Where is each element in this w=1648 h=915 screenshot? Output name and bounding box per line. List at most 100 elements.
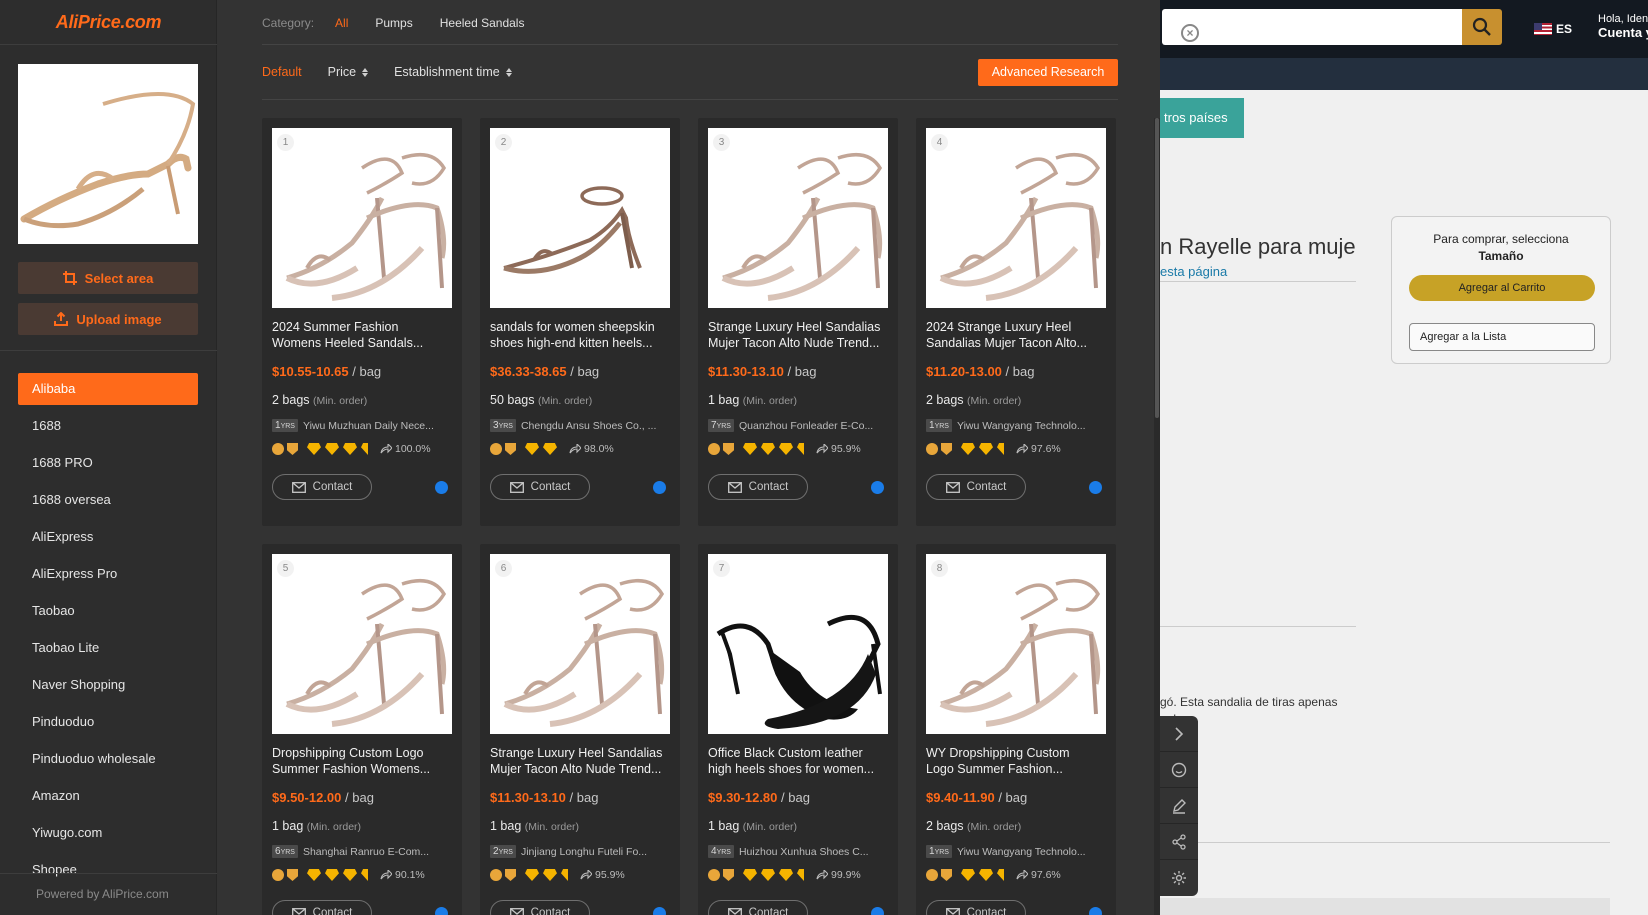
trade-assurance-icon (941, 443, 952, 455)
supplier-info[interactable]: 1YRS Yiwu Wangyang Technolo... (926, 419, 1106, 432)
product-title[interactable]: 2024 Summer Fashion Womens Heeled Sandals… (272, 319, 452, 351)
chat-icon[interactable] (435, 480, 448, 494)
sort-establishment-time[interactable]: Establishment time (394, 65, 512, 79)
platform-item[interactable]: AliExpress Pro (18, 558, 198, 595)
chat-icon[interactable] (1089, 906, 1102, 915)
supplier-badges: 97.6% (926, 442, 1106, 456)
amazon-search-input[interactable] (1162, 9, 1464, 45)
product-title[interactable]: Strange Luxury Heel Sandalias Mujer Tacon… (490, 745, 670, 777)
contact-button[interactable]: Contact (272, 474, 372, 500)
chat-icon[interactable] (871, 906, 884, 915)
category-heeled-sandals[interactable]: Heeled Sandals (440, 16, 525, 30)
clear-search-icon[interactable]: × (1181, 24, 1199, 42)
min-order: 1 bag (Min. order) (490, 819, 670, 833)
reply-rate: 95.9% (816, 443, 861, 455)
product-card[interactable]: 2 sandals for women sheepskin shoes high-e… (480, 118, 680, 526)
add-to-cart-button[interactable]: Agregar al Carrito (1409, 275, 1595, 301)
collapse-button[interactable] (1160, 716, 1198, 752)
product-title[interactable]: Office Black Custom leather high heels sh… (708, 745, 888, 777)
platform-item[interactable]: 1688 PRO (18, 447, 198, 484)
chat-icon[interactable] (1089, 480, 1102, 494)
divider (1160, 842, 1610, 843)
account-menu[interactable]: Hola, Iden Cuenta y (1598, 12, 1648, 40)
product-image[interactable]: 6 (490, 554, 670, 734)
advanced-research-button[interactable]: Advanced Research (978, 59, 1118, 86)
product-image[interactable]: 3 (708, 128, 888, 308)
platform-item[interactable]: AliExpress (18, 521, 198, 558)
min-order-note: (Min. order) (742, 395, 798, 407)
sort-default[interactable]: Default (262, 65, 302, 79)
contact-button[interactable]: Contact (708, 900, 808, 915)
platform-item[interactable]: 1688 oversea (18, 484, 198, 521)
product-image[interactable]: 8 (926, 554, 1106, 734)
scrollbar-thumb[interactable] (1155, 118, 1159, 418)
edit-button[interactable] (1160, 788, 1198, 824)
select-area-button[interactable]: Select area (18, 262, 198, 294)
contact-button[interactable]: Contact (490, 900, 590, 915)
product-title[interactable]: WY Dropshipping Custom Logo Summer Fashio… (926, 745, 1106, 777)
product-image[interactable]: 7 (708, 554, 888, 734)
aliprice-logo[interactable]: AliPrice.com (0, 12, 217, 33)
contact-button[interactable]: Contact (926, 900, 1026, 915)
product-card[interactable]: 1 2024 Summer Fashion Womens Heeled Sandal… (262, 118, 462, 526)
contact-button[interactable]: Contact (926, 474, 1026, 500)
supplier-info[interactable]: 1YRS Yiwu Muzhuan Daily Nece... (272, 419, 452, 432)
sort-price[interactable]: Price (328, 65, 369, 79)
platform-item[interactable]: Pinduoduo (18, 706, 198, 743)
platform-item[interactable]: 1688 (18, 410, 198, 447)
supplier-info[interactable]: 6YRS Shanghai Ranruo E-Com... (272, 845, 452, 858)
chat-icon[interactable] (871, 480, 884, 494)
language-selector[interactable]: ES (1534, 22, 1572, 36)
diamond-icon (307, 869, 321, 881)
product-title-line: Logo Summer Fashion... (926, 762, 1063, 776)
product-title[interactable]: 2024 Strange Luxury Heel Sandalias Mujer … (926, 319, 1106, 351)
product-card[interactable]: 4 2024 Strange Luxury Heel Sandalias Mujer… (916, 118, 1116, 526)
chat-icon[interactable] (435, 906, 448, 915)
amazon-search-button[interactable] (1462, 9, 1502, 45)
platform-item[interactable]: Alibaba (18, 373, 198, 405)
upload-image-button[interactable]: Upload image (18, 303, 198, 335)
platform-item[interactable]: Amazon (18, 780, 198, 817)
supplier-info[interactable]: 3YRS Chengdu Ansu Shoes Co., ... (490, 419, 670, 432)
product-image[interactable]: 1 (272, 128, 452, 308)
price-range: $10.55-10.65 (272, 364, 349, 379)
product-card[interactable]: 6 Strange Luxury Heel Sandalias Mujer Taco… (480, 544, 680, 915)
sort-establishment-label: Establishment time (394, 65, 500, 79)
product-image[interactable]: 5 (272, 554, 452, 734)
contact-button[interactable]: Contact (708, 474, 808, 500)
product-image[interactable]: 4 (926, 128, 1106, 308)
chat-icon[interactable] (653, 480, 666, 494)
chat-icon[interactable] (653, 906, 666, 915)
category-pumps[interactable]: Pumps (375, 16, 412, 30)
contact-button[interactable]: Contact (272, 900, 372, 915)
product-card[interactable]: 5 Dropshipping Custom Logo Summer Fashion … (262, 544, 462, 915)
supplier-info[interactable]: 4YRS Huizhou Xunhua Shoes C... (708, 845, 888, 858)
product-card[interactable]: 8 WY Dropshipping Custom Logo Summer Fashi… (916, 544, 1116, 915)
contact-button[interactable]: Contact (490, 474, 590, 500)
supplier-info[interactable]: 1YRS Yiwu Wangyang Technolo... (926, 845, 1106, 858)
supplier-info[interactable]: 7YRS Quanzhou Fonleader E-Co... (708, 419, 888, 432)
add-to-list-button[interactable]: Agregar a la Lista (1409, 323, 1595, 351)
product-card[interactable]: 3 Strange Luxury Heel Sandalias Mujer Taco… (698, 118, 898, 526)
price-range: $11.30-13.10 (708, 364, 784, 379)
platform-item[interactable]: Naver Shopping (18, 669, 198, 706)
amazon-page-link[interactable]: esta página (1160, 264, 1227, 279)
supplier-info[interactable]: 2YRS Jinjiang Longhu Futeli Fo... (490, 845, 670, 858)
platform-item[interactable]: Pinduoduo wholesale (18, 743, 198, 780)
product-image[interactable]: 2 (490, 128, 670, 308)
product-title[interactable]: Dropshipping Custom Logo Summer Fashion W… (272, 745, 452, 777)
share-button[interactable] (1160, 824, 1198, 860)
platform-item[interactable]: Taobao (18, 595, 198, 632)
platform-item[interactable]: Taobao Lite (18, 632, 198, 669)
product-title[interactable]: Strange Luxury Heel Sandalias Mujer Tacon… (708, 319, 888, 351)
settings-button[interactable] (1160, 860, 1198, 896)
product-title[interactable]: sandals for women sheepskin shoes high-en… (490, 319, 670, 351)
price-range: $36.33-38.65 (490, 364, 567, 379)
mail-icon (509, 481, 524, 493)
feedback-button[interactable] (1160, 752, 1198, 788)
platform-item[interactable]: Yiwugo.com (18, 817, 198, 854)
chevron-right-icon (1175, 726, 1184, 741)
product-card[interactable]: 7 Office Black Custom leather high heels s… (698, 544, 898, 915)
other-countries-tab[interactable]: tros países (1160, 98, 1244, 138)
category-all[interactable]: All (335, 16, 348, 30)
